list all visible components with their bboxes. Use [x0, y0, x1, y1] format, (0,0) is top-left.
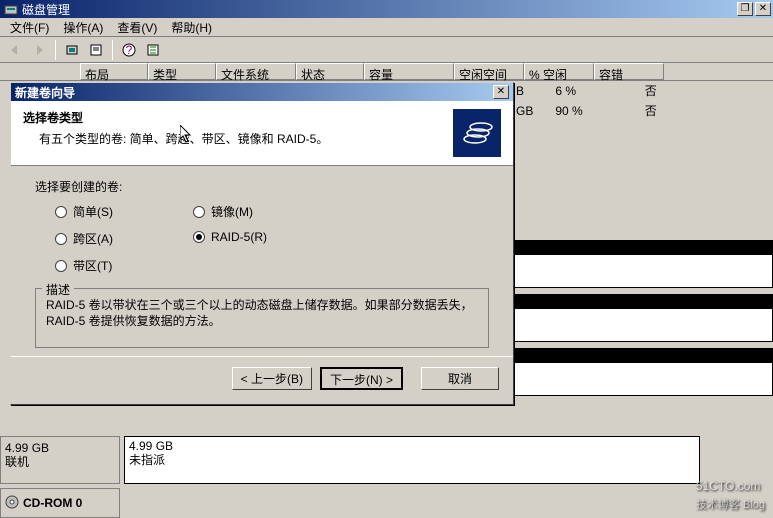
- wizard-banner-icon: [453, 109, 501, 157]
- radio-raid5[interactable]: RAID-5(R): [193, 230, 267, 244]
- disk-volume[interactable]: 4.99 GB 未指派: [124, 436, 700, 484]
- col-free[interactable]: 空闲空间: [454, 63, 524, 80]
- window-controls: ❐ ✕: [737, 2, 771, 16]
- svg-text:?: ?: [126, 43, 133, 57]
- col-fs[interactable]: 文件系统: [216, 63, 296, 80]
- cancel-button[interactable]: 取消: [421, 367, 499, 390]
- back-button: [4, 39, 26, 61]
- dialog-body: 选择要创建的卷: 简单(S) 跨区(A) 带区(T) 镜像(M) RAID-5(…: [11, 166, 513, 356]
- radio-striped[interactable]: 带区(T): [55, 257, 113, 274]
- toolbar: ?: [0, 37, 773, 63]
- back-button[interactable]: < 上一步(B): [232, 367, 312, 390]
- restore-button[interactable]: ❐: [737, 2, 753, 16]
- radio-spanned[interactable]: 跨区(A): [55, 230, 113, 247]
- dialog-header-title: 选择卷类型: [23, 111, 83, 125]
- menu-action[interactable]: 操作(A): [57, 17, 109, 38]
- help-button[interactable]: ?: [118, 39, 140, 61]
- col-pctfree[interactable]: % 空闲: [524, 63, 594, 80]
- dialog-header: 选择卷类型 有五个类型的卷: 简单、跨越、带区、镜像和 RAID-5。: [11, 101, 513, 166]
- disk-info[interactable]: 4.99 GB 联机: [0, 436, 120, 484]
- disk-row: 4.99 GB 联机 4.99 GB 未指派: [0, 436, 700, 484]
- properties-button[interactable]: [85, 39, 107, 61]
- description-label: 描述: [42, 281, 74, 298]
- radio-mirror[interactable]: 镜像(M): [193, 203, 267, 220]
- volume-list: MB6 %否 1 GB90 %否: [494, 81, 669, 123]
- close-button[interactable]: ✕: [755, 2, 771, 16]
- menu-help[interactable]: 帮助(H): [165, 17, 218, 38]
- radio-simple[interactable]: 简单(S): [55, 203, 113, 220]
- watermark: 51CTO.com 技术博客 Blog: [696, 473, 765, 512]
- table-row[interactable]: 1 GB90 %否: [496, 103, 667, 121]
- grid-header: 布局 类型 文件系统 状态 容量 空闲空间 % 空闲 容错: [0, 63, 773, 81]
- dialog-header-desc: 有五个类型的卷: 简单、跨越、带区、镜像和 RAID-5。: [39, 130, 328, 147]
- table-row[interactable]: MB6 %否: [496, 83, 667, 101]
- col-status[interactable]: 状态: [296, 63, 364, 80]
- menu-bar: 文件(F) 操作(A) 查看(V) 帮助(H): [0, 18, 773, 37]
- dialog-title: 新建卷向导: [15, 84, 75, 101]
- main-titlebar: 磁盘管理: [0, 0, 773, 18]
- description-groupbox: 描述 RAID-5 卷以带状在三个或三个以上的动态磁盘上储存数据。如果部分数据丢…: [35, 288, 489, 348]
- cdrom-row: CD-ROM 0: [0, 488, 700, 518]
- cdrom-info[interactable]: CD-ROM 0: [0, 488, 120, 518]
- select-volume-label: 选择要创建的卷:: [35, 178, 489, 195]
- new-volume-wizard-dialog: 新建卷向导 ✕ 选择卷类型 有五个类型的卷: 简单、跨越、带区、镜像和 RAID…: [10, 82, 514, 405]
- cdrom-icon: [5, 495, 19, 512]
- settings-button[interactable]: [142, 39, 164, 61]
- forward-button: [28, 39, 50, 61]
- dialog-buttons: < 上一步(B) 下一步(N) > 取消: [11, 356, 513, 404]
- col-fault[interactable]: 容错: [594, 63, 664, 80]
- col-capacity[interactable]: 容量: [364, 63, 454, 80]
- col-type[interactable]: 类型: [148, 63, 216, 80]
- disk-mgmt-icon: [4, 2, 18, 16]
- refresh-button[interactable]: [61, 39, 83, 61]
- dialog-titlebar: 新建卷向导 ✕: [11, 83, 513, 101]
- next-button[interactable]: 下一步(N) >: [320, 367, 403, 390]
- description-text: RAID-5 卷以带状在三个或三个以上的动态磁盘上储存数据。如果部分数据丢失，R…: [46, 297, 478, 329]
- window-title: 磁盘管理: [22, 1, 70, 18]
- dialog-close-button[interactable]: ✕: [493, 85, 509, 99]
- col-layout[interactable]: 布局: [80, 63, 148, 80]
- menu-file[interactable]: 文件(F): [4, 17, 55, 38]
- menu-view[interactable]: 查看(V): [111, 17, 163, 38]
